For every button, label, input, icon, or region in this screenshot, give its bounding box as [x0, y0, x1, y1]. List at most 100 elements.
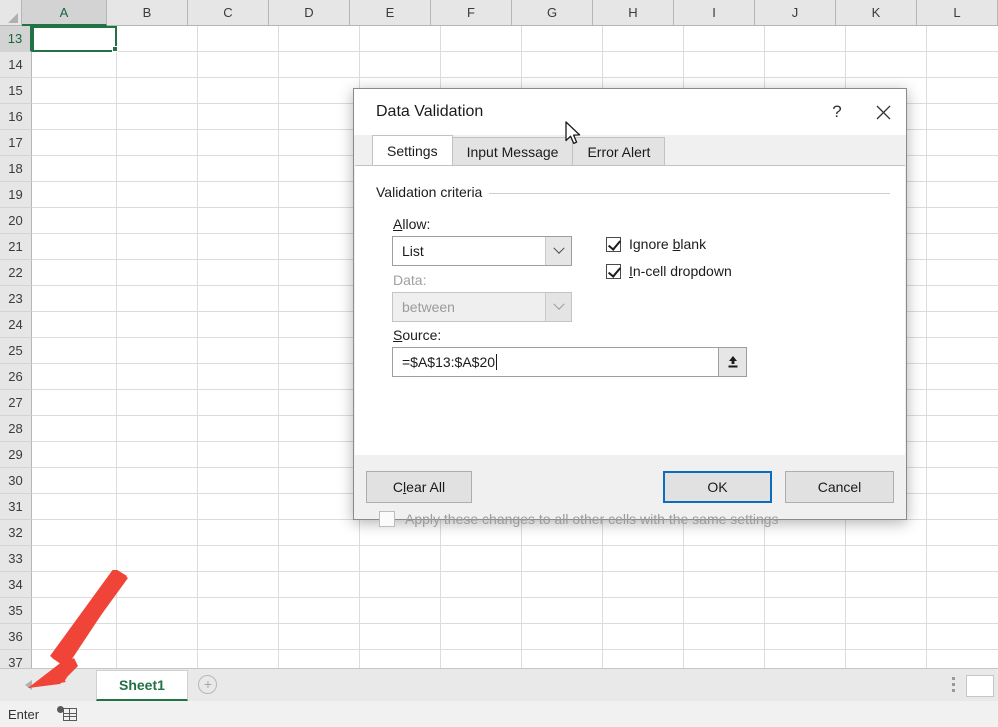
- cell-C35[interactable]: [198, 598, 279, 624]
- cell-K34[interactable]: [846, 572, 927, 598]
- cell-B17[interactable]: [117, 130, 198, 156]
- cell-L33[interactable]: [927, 546, 998, 572]
- cell-A22[interactable]: [32, 260, 117, 286]
- triangle-left-icon[interactable]: [24, 679, 32, 690]
- cell-L34[interactable]: [927, 572, 998, 598]
- checkbox-box[interactable]: [379, 511, 395, 527]
- row-header-17[interactable]: 17: [0, 130, 32, 156]
- cell-B31[interactable]: [117, 494, 198, 520]
- cell-G14[interactable]: [522, 52, 603, 78]
- cell-G33[interactable]: [522, 546, 603, 572]
- row-header-20[interactable]: 20: [0, 208, 32, 234]
- cell-B21[interactable]: [117, 234, 198, 260]
- cell-D27[interactable]: [279, 390, 360, 416]
- column-header-d[interactable]: D: [269, 0, 350, 26]
- cell-J13[interactable]: [765, 26, 846, 52]
- cell-B16[interactable]: [117, 104, 198, 130]
- cell-A13[interactable]: [32, 26, 117, 52]
- cell-B35[interactable]: [117, 598, 198, 624]
- cell-D29[interactable]: [279, 442, 360, 468]
- cell-K35[interactable]: [846, 598, 927, 624]
- cell-L14[interactable]: [927, 52, 998, 78]
- cell-H13[interactable]: [603, 26, 684, 52]
- cell-C33[interactable]: [198, 546, 279, 572]
- column-header-f[interactable]: F: [431, 0, 512, 26]
- cell-L22[interactable]: [927, 260, 998, 286]
- cell-I13[interactable]: [684, 26, 765, 52]
- record-macro-icon[interactable]: [57, 706, 78, 722]
- cell-B22[interactable]: [117, 260, 198, 286]
- cell-A29[interactable]: [32, 442, 117, 468]
- row-header-28[interactable]: 28: [0, 416, 32, 442]
- cell-C25[interactable]: [198, 338, 279, 364]
- column-header-a[interactable]: A: [22, 0, 107, 26]
- cell-B32[interactable]: [117, 520, 198, 546]
- cell-K33[interactable]: [846, 546, 927, 572]
- tab-input-message[interactable]: Input Message: [451, 137, 574, 165]
- row-header-27[interactable]: 27: [0, 390, 32, 416]
- cell-H36[interactable]: [603, 624, 684, 650]
- cell-B30[interactable]: [117, 468, 198, 494]
- cell-A14[interactable]: [32, 52, 117, 78]
- row-header-24[interactable]: 24: [0, 312, 32, 338]
- chevron-down-icon[interactable]: [545, 237, 571, 265]
- row-header-16[interactable]: 16: [0, 104, 32, 130]
- cell-L24[interactable]: [927, 312, 998, 338]
- cell-D31[interactable]: [279, 494, 360, 520]
- tab-error-alert[interactable]: Error Alert: [572, 137, 666, 165]
- row-header-33[interactable]: 33: [0, 546, 32, 572]
- cell-C29[interactable]: [198, 442, 279, 468]
- cell-A17[interactable]: [32, 130, 117, 156]
- cell-L23[interactable]: [927, 286, 998, 312]
- cell-D30[interactable]: [279, 468, 360, 494]
- cell-L30[interactable]: [927, 468, 998, 494]
- cell-B34[interactable]: [117, 572, 198, 598]
- checkbox-box[interactable]: [606, 236, 621, 252]
- cell-C28[interactable]: [198, 416, 279, 442]
- cell-E14[interactable]: [360, 52, 441, 78]
- collapse-dialog-icon[interactable]: [719, 347, 747, 377]
- cell-H33[interactable]: [603, 546, 684, 572]
- cell-K36[interactable]: [846, 624, 927, 650]
- cell-E34[interactable]: [360, 572, 441, 598]
- column-header-c[interactable]: C: [188, 0, 269, 26]
- row-header-36[interactable]: 36: [0, 624, 32, 650]
- cell-K32[interactable]: [846, 520, 927, 546]
- cell-I34[interactable]: [684, 572, 765, 598]
- cell-D19[interactable]: [279, 182, 360, 208]
- cell-L26[interactable]: [927, 364, 998, 390]
- cell-J14[interactable]: [765, 52, 846, 78]
- column-header-l[interactable]: L: [917, 0, 998, 26]
- cell-F35[interactable]: [441, 598, 522, 624]
- cell-A30[interactable]: [32, 468, 117, 494]
- cell-C20[interactable]: [198, 208, 279, 234]
- cell-C32[interactable]: [198, 520, 279, 546]
- cell-L25[interactable]: [927, 338, 998, 364]
- cell-L21[interactable]: [927, 234, 998, 260]
- row-header-21[interactable]: 21: [0, 234, 32, 260]
- cell-D28[interactable]: [279, 416, 360, 442]
- cell-A32[interactable]: [32, 520, 117, 546]
- cell-K14[interactable]: [846, 52, 927, 78]
- cell-D34[interactable]: [279, 572, 360, 598]
- cell-B36[interactable]: [117, 624, 198, 650]
- cell-D22[interactable]: [279, 260, 360, 286]
- cell-D21[interactable]: [279, 234, 360, 260]
- cell-L29[interactable]: [927, 442, 998, 468]
- cell-F14[interactable]: [441, 52, 522, 78]
- cell-B28[interactable]: [117, 416, 198, 442]
- cell-L35[interactable]: [927, 598, 998, 624]
- vertical-ellipsis-icon[interactable]: [940, 668, 966, 701]
- horizontal-scrollbar-thumb[interactable]: [966, 675, 994, 697]
- cell-L16[interactable]: [927, 104, 998, 130]
- cancel-button[interactable]: Cancel: [785, 471, 894, 503]
- cell-G34[interactable]: [522, 572, 603, 598]
- cell-B13[interactable]: [117, 26, 198, 52]
- cell-L18[interactable]: [927, 156, 998, 182]
- cell-G13[interactable]: [522, 26, 603, 52]
- column-header-j[interactable]: J: [755, 0, 836, 26]
- row-header-22[interactable]: 22: [0, 260, 32, 286]
- cell-C27[interactable]: [198, 390, 279, 416]
- cell-I33[interactable]: [684, 546, 765, 572]
- cell-L15[interactable]: [927, 78, 998, 104]
